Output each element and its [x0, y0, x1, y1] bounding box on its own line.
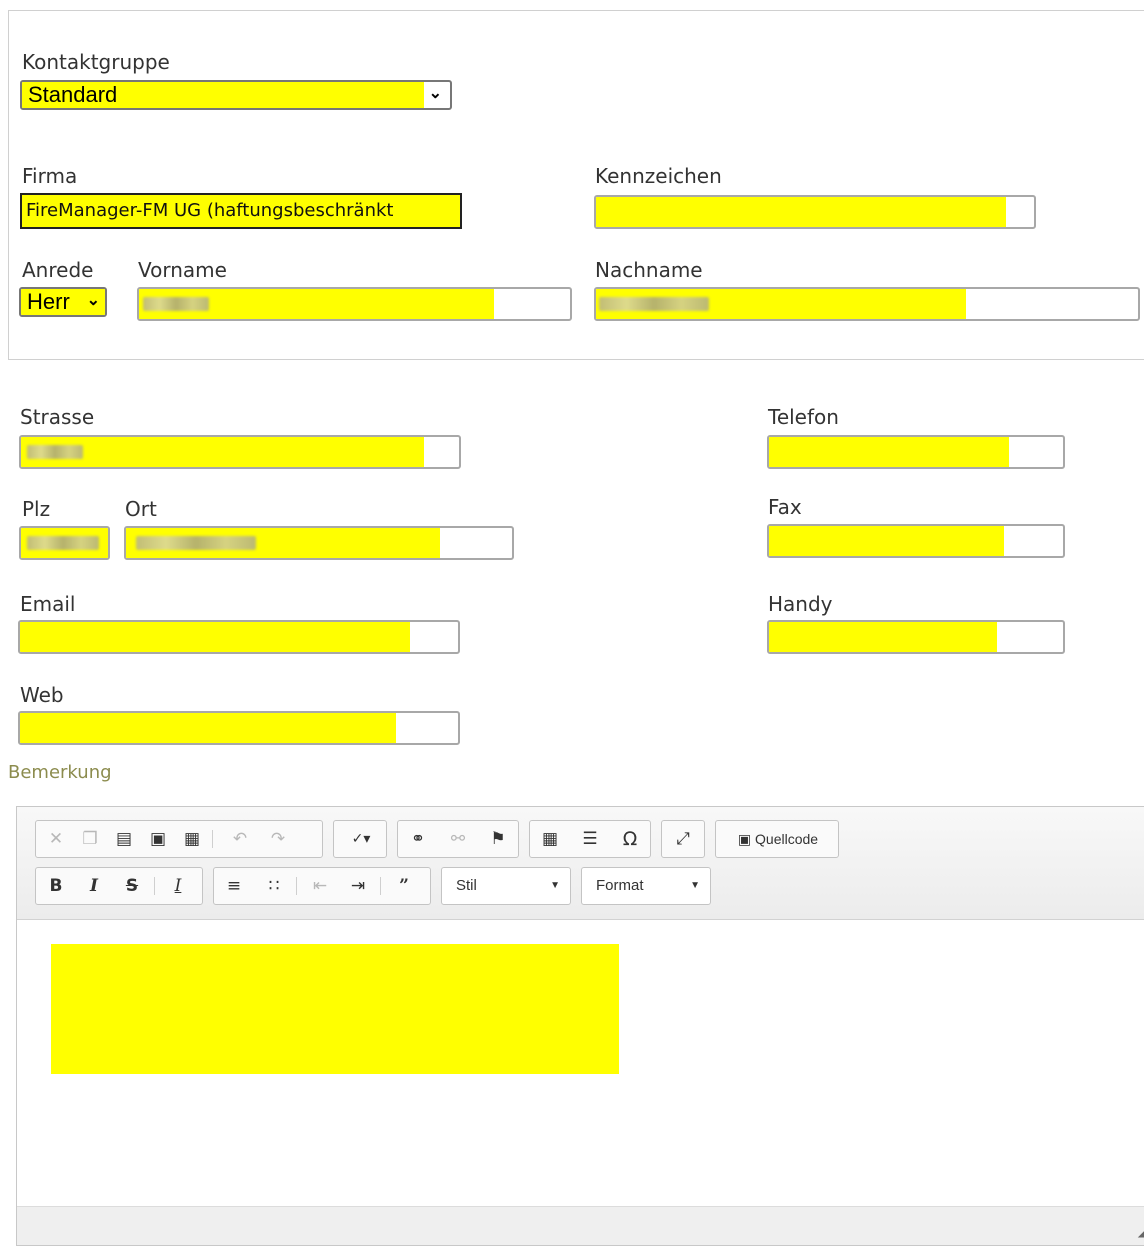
anrede-label: Anrede [22, 258, 94, 282]
strasse-input[interactable] [19, 435, 461, 469]
kontaktgruppe-value: Standard [28, 82, 118, 107]
anrede-select[interactable]: Herr ⌄ [19, 287, 107, 317]
plz-input[interactable] [19, 526, 110, 560]
format-combo[interactable]: Format ▼ [581, 867, 711, 905]
web-label: Web [20, 683, 64, 707]
kontaktgruppe-select[interactable]: Standard ⌄ [20, 80, 452, 110]
editor-toolbar: ✕ ❐ ▤ ▣ ▦ ↶ ↷ ✓▾ ⚭ ⚯ ⚑ ▦ ☰ Ω ⤢ ▣ Quellco… [17, 807, 1144, 920]
web-input[interactable] [18, 711, 460, 745]
firma-value: FireManager-FM UG (haftungsbeschränkt [26, 200, 394, 221]
remove-format-icon[interactable]: I [162, 868, 194, 904]
kennzeichen-label: Kennzeichen [595, 164, 722, 188]
kennzeichen-input[interactable] [594, 195, 1036, 229]
handy-input[interactable] [767, 620, 1065, 654]
firma-label: Firma [22, 164, 78, 188]
link-icon[interactable]: ⚭ [402, 821, 434, 857]
unlink-icon[interactable]: ⚯ [442, 821, 474, 857]
anrede-value: Herr [27, 289, 70, 314]
paste-text-icon[interactable]: ▣ [142, 821, 174, 857]
copy-icon[interactable]: ❐ [74, 821, 106, 857]
horizontal-line-icon[interactable]: ☰ [574, 821, 606, 857]
nachname-label: Nachname [595, 258, 703, 282]
redacted-text [136, 536, 256, 550]
paste-word-icon[interactable]: ▦ [176, 821, 208, 857]
email-input[interactable] [18, 620, 460, 654]
plz-label: Plz [22, 497, 51, 521]
outdent-icon[interactable]: ⇤ [304, 868, 336, 904]
firma-input[interactable]: FireManager-FM UG (haftungsbeschränkt [20, 193, 462, 229]
source-group: ▣ Quellcode [715, 820, 839, 858]
chevron-down-icon: ⌄ [86, 292, 100, 309]
editor-statusbar: ◢ [17, 1206, 1144, 1245]
paste-icon[interactable]: ▤ [108, 821, 140, 857]
telefon-input[interactable] [767, 435, 1065, 469]
blockquote-icon[interactable]: ” [388, 868, 420, 904]
source-button[interactable]: ▣ Quellcode [718, 821, 838, 857]
spellcheck-group: ✓▾ [333, 820, 387, 858]
style-combo[interactable]: Stil ▼ [441, 867, 571, 905]
fax-input[interactable] [767, 524, 1065, 558]
source-label: Quellcode [755, 831, 819, 847]
email-label: Email [20, 592, 76, 616]
lists-group: ≡ ∷ ⇤ ⇥ ” [213, 867, 431, 905]
anchor-icon[interactable]: ⚑ [482, 821, 514, 857]
clipboard-group: ✕ ❐ ▤ ▣ ▦ ↶ ↷ [35, 820, 323, 858]
caret-down-icon: ▼ [690, 880, 700, 891]
nachname-input[interactable] [594, 287, 1140, 321]
maximize-icon[interactable]: ⤢ [667, 821, 699, 857]
bemerkung-label: Bemerkung [8, 762, 112, 783]
ort-input[interactable] [124, 526, 514, 560]
indent-icon[interactable]: ⇥ [342, 868, 374, 904]
cut-icon[interactable]: ✕ [40, 821, 72, 857]
redacted-text [27, 445, 83, 459]
basicstyles-group: B I S I [35, 867, 203, 905]
special-char-icon[interactable]: Ω [614, 821, 646, 857]
redo-icon[interactable]: ↷ [262, 821, 294, 857]
strike-icon[interactable]: S [116, 868, 148, 904]
redacted-text [143, 297, 209, 311]
chevron-down-icon: ⌄ [428, 85, 442, 102]
format-combo-label: Format [596, 877, 644, 894]
style-combo-label: Stil [456, 877, 477, 894]
bold-icon[interactable]: B [40, 868, 72, 904]
handy-label: Handy [768, 592, 833, 616]
telefon-label: Telefon [768, 405, 839, 429]
vorname-input[interactable] [137, 287, 572, 321]
ort-label: Ort [125, 497, 157, 521]
fax-label: Fax [768, 495, 802, 519]
kontaktgruppe-label: Kontaktgruppe [22, 50, 170, 74]
redacted-text [599, 297, 709, 311]
links-group: ⚭ ⚯ ⚑ [397, 820, 519, 858]
strasse-label: Strasse [20, 405, 95, 429]
vorname-label: Vorname [138, 258, 227, 282]
resize-grip-icon[interactable]: ◢ [1138, 1225, 1144, 1239]
italic-icon[interactable]: I [78, 868, 110, 904]
redacted-text [27, 536, 99, 550]
table-icon[interactable]: ▦ [534, 821, 566, 857]
undo-icon[interactable]: ↶ [224, 821, 256, 857]
bulleted-list-icon[interactable]: ∷ [258, 868, 290, 904]
maximize-group: ⤢ [661, 820, 705, 858]
source-icon: ▣ [737, 831, 752, 847]
bemerkung-editor: ✕ ❐ ▤ ▣ ▦ ↶ ↷ ✓▾ ⚭ ⚯ ⚑ ▦ ☰ Ω ⤢ ▣ Quellco… [16, 806, 1144, 1246]
spellcheck-icon[interactable]: ✓▾ [338, 821, 384, 857]
numbered-list-icon[interactable]: ≡ [218, 868, 250, 904]
insert-group: ▦ ☰ Ω [529, 820, 651, 858]
caret-down-icon: ▼ [550, 880, 560, 891]
editor-content-highlight[interactable] [51, 944, 619, 1074]
